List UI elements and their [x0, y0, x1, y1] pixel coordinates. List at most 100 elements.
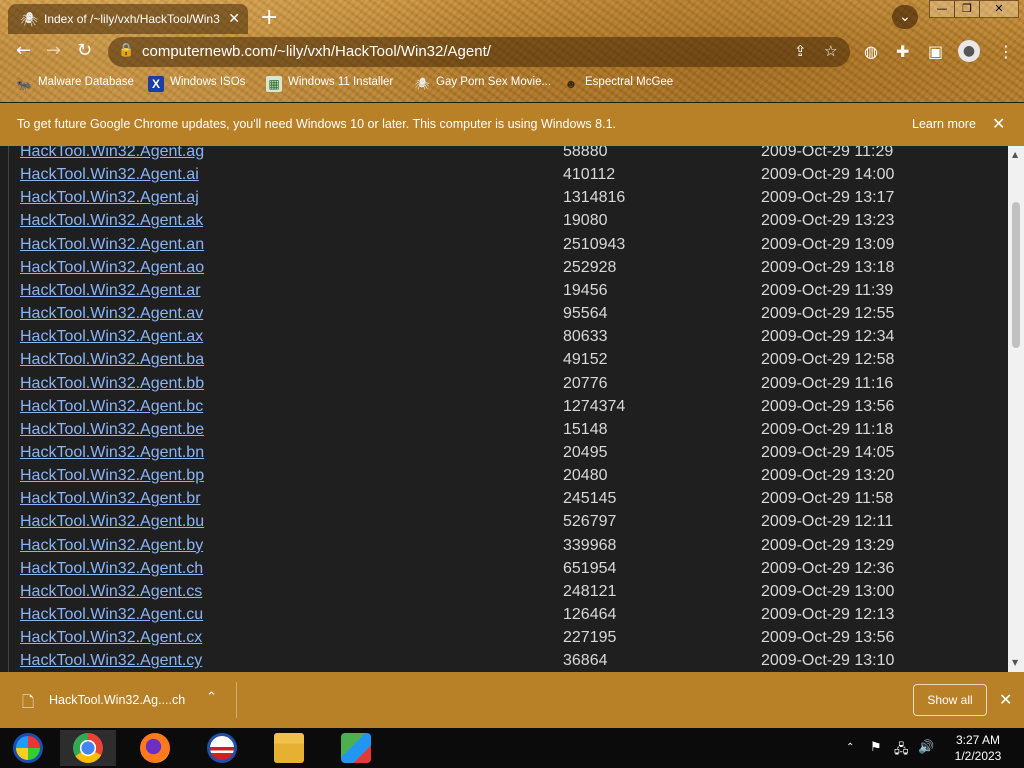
- character-icon: ☻: [564, 77, 578, 91]
- file-link[interactable]: HackTool.Win32.Agent.by: [20, 537, 203, 555]
- file-size: 245145: [563, 490, 617, 508]
- tab-close-icon[interactable]: ✕: [228, 10, 240, 27]
- file-date: 2009-Oct-29 13:09: [761, 235, 895, 253]
- flag-icon[interactable]: ⚑: [870, 740, 882, 755]
- file-link[interactable]: HackTool.Win32.Agent.br: [20, 490, 201, 508]
- file-link[interactable]: HackTool.Win32.Agent.bp: [20, 467, 204, 485]
- address-bar[interactable]: 🔒 computernewb.com/~lily/vxh/HackTool/Wi…: [108, 37, 850, 67]
- bookmark-star-icon[interactable]: ☆: [824, 42, 837, 60]
- bookmark-item[interactable]: 🐜 Malware Database: [16, 76, 134, 92]
- file-link[interactable]: HackTool.Win32.Agent.be: [20, 421, 204, 439]
- scrollbar-thumb[interactable]: [1012, 202, 1020, 348]
- file-date: 2009-Oct-29 11:18: [761, 420, 894, 438]
- file-link[interactable]: HackTool.Win32.Agent.cy: [20, 652, 202, 670]
- download-filename[interactable]: HackTool.Win32.Ag....ch: [49, 693, 185, 707]
- listing-row: HackTool.Win32.Agent.by 339968 2009-Oct-29…: [9, 537, 999, 560]
- spider-icon: 🕷: [414, 77, 430, 91]
- file-size: 80633: [563, 328, 608, 346]
- file-link[interactable]: HackTool.Win32.Agent.ai: [20, 166, 199, 184]
- profile-flag-icon[interactable]: ◍: [864, 42, 878, 61]
- file-link[interactable]: HackTool.Win32.Agent.ax: [20, 328, 203, 346]
- infobar-close-icon[interactable]: ✕: [992, 114, 1005, 134]
- scroll-up-arrow-icon[interactable]: ▲: [1012, 150, 1018, 159]
- learn-more-link[interactable]: Learn more: [912, 117, 976, 131]
- file-link[interactable]: HackTool.Win32.Agent.cx: [20, 629, 202, 647]
- listing-row: HackTool.Win32.Agent.bb 20776 2009-Oct-29 …: [9, 375, 999, 398]
- start-button[interactable]: [0, 730, 56, 766]
- folder-icon: [274, 733, 304, 763]
- listing-row: HackTool.Win32.Agent.an 2510943 2009-Oct-2…: [9, 236, 999, 259]
- profile-avatar[interactable]: ●: [958, 40, 980, 62]
- file-link[interactable]: HackTool.Win32.Agent.bb: [20, 375, 204, 393]
- minimize-button[interactable]: —: [929, 0, 955, 18]
- taskbar-chrome[interactable]: [60, 730, 116, 766]
- file-date: 2009-Oct-29 13:29: [761, 536, 895, 554]
- file-size: 49152: [563, 351, 608, 369]
- file-date: 2009-Oct-29 12:13: [761, 606, 895, 623]
- browser-tab-active[interactable]: 🕷 Index of /~lily/vxh/HackTool/Win32/Age…: [8, 4, 248, 34]
- taskbar-network-app[interactable]: [328, 730, 384, 766]
- chrome-icon: [73, 733, 103, 763]
- file-link[interactable]: HackTool.Win32.Agent.ch: [20, 560, 203, 578]
- file-date: 2009-Oct-29 13:23: [761, 212, 895, 230]
- extensions-icon[interactable]: ✚: [896, 42, 909, 61]
- file-link[interactable]: HackTool.Win32.Agent.cs: [20, 583, 202, 601]
- file-link[interactable]: HackTool.Win32.Agent.ba: [20, 351, 204, 369]
- url-text[interactable]: computernewb.com/~lily/vxh/HackTool/Win3…: [142, 43, 491, 60]
- file-link[interactable]: HackTool.Win32.Agent.an: [20, 236, 204, 254]
- page-scrollbar[interactable]: ▲ ▼: [1008, 146, 1024, 672]
- file-size: 1274374: [563, 397, 626, 415]
- bookmark-item[interactable]: X Windows ISOs: [148, 76, 245, 92]
- system-clock[interactable]: 3:27 AM 1/2/2023: [946, 732, 1010, 764]
- taskbar-obama-app[interactable]: [194, 730, 250, 766]
- taskbar-file-explorer[interactable]: [261, 730, 317, 766]
- taskbar-firefox[interactable]: [127, 730, 183, 766]
- back-button[interactable]: ←: [16, 40, 31, 61]
- file-date: 2009-Oct-29 13:56: [761, 397, 895, 415]
- file-size: 651954: [563, 559, 617, 577]
- file-date: 2009-Oct-29 11:39: [761, 281, 894, 299]
- shelf-close-icon[interactable]: ✕: [999, 690, 1012, 709]
- bookmark-item[interactable]: ☻ Espectral McGee: [563, 76, 674, 92]
- file-size: 252928: [563, 258, 617, 276]
- scroll-down-arrow-icon[interactable]: ▼: [1012, 658, 1018, 667]
- window-close-button[interactable]: ✕: [979, 0, 1019, 18]
- lock-icon[interactable]: 🔒: [118, 43, 134, 58]
- chevron-up-icon[interactable]: ⌃: [206, 690, 217, 705]
- file-link[interactable]: HackTool.Win32.Agent.ar: [20, 282, 201, 300]
- file-link[interactable]: HackTool.Win32.Agent.bc: [20, 398, 203, 416]
- file-link[interactable]: HackTool.Win32.Agent.cu: [20, 606, 203, 624]
- reload-button[interactable]: ↻: [77, 40, 92, 61]
- file-link[interactable]: HackTool.Win32.Agent.ak: [20, 212, 203, 230]
- clock-time: 3:27 AM: [955, 733, 1001, 747]
- listing-row: HackTool.Win32.Agent.cs 248121 2009-Oct-29…: [9, 583, 999, 606]
- file-link[interactable]: HackTool.Win32.Agent.bn: [20, 444, 204, 462]
- show-all-button[interactable]: Show all: [913, 684, 987, 716]
- bookmark-item[interactable]: 🕷 Gay Porn Sex Movie...: [414, 76, 551, 92]
- file-link[interactable]: HackTool.Win32.Agent.bu: [20, 513, 204, 531]
- forward-button[interactable]: →: [46, 40, 61, 61]
- bookmark-item[interactable]: ▦ Windows 11 Installer: [266, 76, 393, 92]
- listing-row: HackTool.Win32.Agent.be 15148 2009-Oct-29 …: [9, 421, 999, 444]
- restore-button[interactable]: ❐: [954, 0, 980, 18]
- file-date: 2009-Oct-29 13:10: [761, 652, 895, 670]
- file-link[interactable]: HackTool.Win32.Agent.av: [20, 305, 203, 323]
- network-icon[interactable]: 🖧: [894, 740, 909, 762]
- file-size: 20776: [563, 374, 608, 392]
- side-panel-icon[interactable]: ▣: [928, 42, 943, 61]
- chevron-up-icon[interactable]: ⌃: [846, 742, 854, 753]
- firefox-icon: [140, 733, 170, 763]
- file-link[interactable]: HackTool.Win32.Agent.ao: [20, 259, 204, 277]
- file-link[interactable]: HackTool.Win32.Agent.ag: [20, 146, 204, 161]
- infobar-message: To get future Google Chrome updates, you…: [17, 117, 616, 131]
- file-date: 2009-Oct-29 11:16: [761, 374, 894, 392]
- volume-icon[interactable]: 🔊: [918, 740, 934, 755]
- new-tab-button[interactable]: +: [260, 5, 278, 30]
- share-icon[interactable]: ⇪: [794, 42, 807, 60]
- file-date: 2009-Oct-29 11:29: [761, 146, 894, 160]
- file-date: 2009-Oct-29 12:34: [761, 328, 895, 346]
- file-size: 339968: [563, 536, 617, 554]
- menu-kebab-icon[interactable]: ⋮: [998, 42, 1014, 61]
- file-link[interactable]: HackTool.Win32.Agent.aj: [20, 189, 199, 207]
- tab-search-button[interactable]: ⌄: [892, 5, 918, 29]
